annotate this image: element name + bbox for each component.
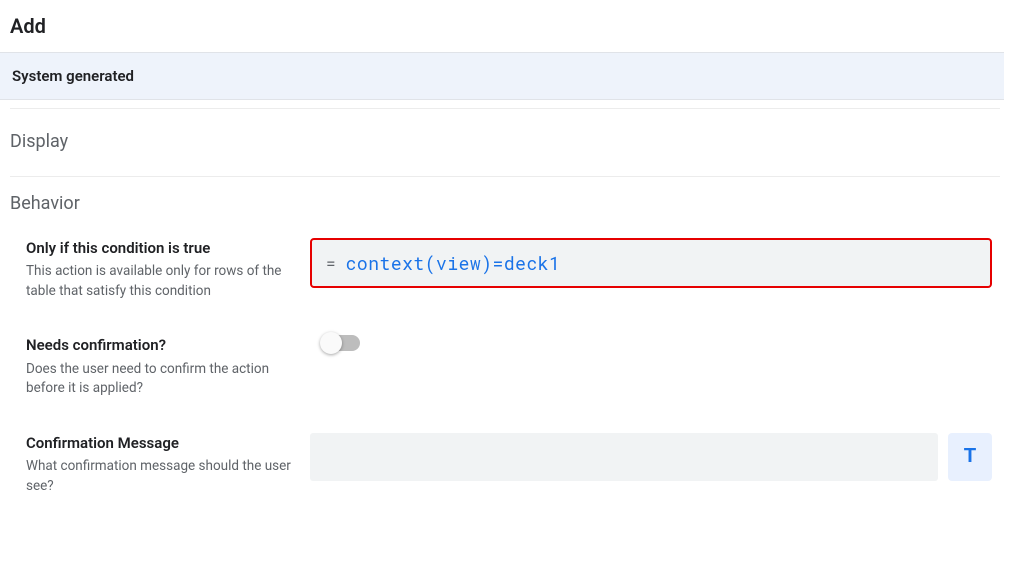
- needs-confirm-toggle[interactable]: [322, 335, 360, 351]
- page-title: Add: [0, 0, 1024, 52]
- needs-confirm-label: Needs confirmation?: [26, 335, 310, 355]
- settings-panel: Add System generated Display Behavior On…: [0, 0, 1024, 496]
- behavior-section-body: Only if this condition is true This acti…: [0, 238, 1024, 496]
- field-row-confirmation-message: Confirmation Message What confirmation m…: [10, 433, 1014, 496]
- confirm-msg-desc: What confirmation message should the use…: [26, 457, 310, 496]
- condition-desc: This action is available only for rows o…: [26, 262, 310, 301]
- section-header-display[interactable]: Display: [0, 109, 1024, 168]
- needs-confirm-desc: Does the user need to confirm the action…: [26, 360, 310, 399]
- field-row-needs-confirmation: Needs confirmation? Does the user need t…: [10, 335, 1014, 398]
- condition-expression-input[interactable]: = context(view)=deck1: [310, 238, 992, 288]
- condition-label: Only if this condition is true: [26, 238, 310, 258]
- toggle-knob: [320, 332, 342, 354]
- expression-text: context(view)=deck1: [346, 251, 561, 275]
- text-format-button[interactable]: T: [948, 433, 992, 481]
- text-icon: T: [964, 445, 976, 468]
- needs-confirm-label-col: Needs confirmation? Does the user need t…: [10, 335, 310, 398]
- confirm-msg-label-col: Confirmation Message What confirmation m…: [10, 433, 310, 496]
- section-header-behavior[interactable]: Behavior: [0, 177, 1024, 238]
- needs-confirm-control: [310, 335, 1014, 351]
- confirm-msg-label: Confirmation Message: [26, 433, 310, 453]
- field-row-condition: Only if this condition is true This acti…: [10, 238, 1014, 301]
- system-generated-banner[interactable]: System generated: [0, 52, 1004, 100]
- expression-prefix-icon: =: [326, 253, 336, 274]
- condition-control: = context(view)=deck1: [310, 238, 1014, 288]
- confirm-msg-input-wrap: T: [310, 433, 992, 481]
- confirm-msg-input[interactable]: [310, 433, 938, 481]
- confirm-msg-control: T: [310, 433, 1014, 481]
- condition-label-col: Only if this condition is true This acti…: [10, 238, 310, 301]
